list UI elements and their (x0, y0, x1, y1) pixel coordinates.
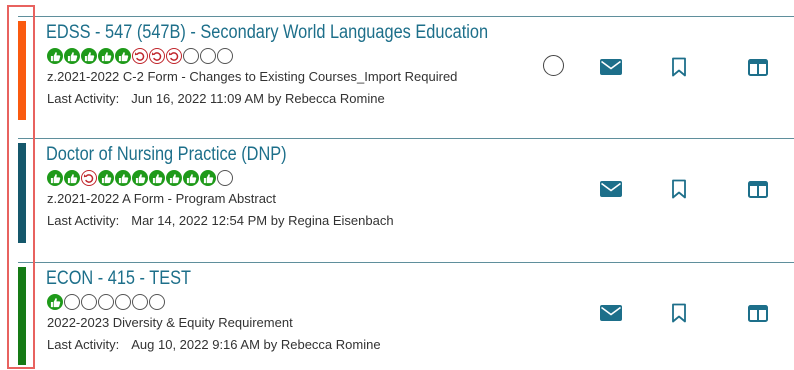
thumbs-up-icon (166, 170, 182, 186)
empty-circle-icon (183, 48, 199, 64)
empty-circle-icon (132, 294, 148, 310)
last-activity: Last Activity: Mar 14, 2022 12:54 PM by R… (47, 213, 394, 228)
proposal-card: Doctor of Nursing Practice (DNP) z.2021-… (18, 138, 794, 243)
thumbs-up-icon (98, 48, 114, 64)
last-activity: Last Activity: Jun 16, 2022 11:09 AM by R… (47, 91, 385, 106)
last-activity-label: Last Activity: (47, 91, 120, 106)
thumbs-up-icon (47, 48, 63, 64)
undo-arrow-icon (81, 170, 97, 186)
empty-circle-icon (200, 48, 216, 64)
proposal-title-link[interactable]: ECON - 415 - TEST (46, 268, 191, 290)
undo-arrow-icon (132, 48, 148, 64)
form-name: z.2021-2022 C-2 Form - Changes to Existi… (47, 69, 458, 84)
select-radio[interactable] (543, 55, 564, 76)
bookmark-icon[interactable] (666, 55, 692, 79)
workflow-steps (47, 48, 233, 64)
envelope-icon[interactable] (598, 301, 624, 325)
status-stripe (18, 143, 26, 243)
last-activity-label: Last Activity: (47, 213, 120, 228)
thumbs-up-icon (47, 294, 63, 310)
empty-circle-icon (217, 170, 233, 186)
status-stripe (18, 21, 26, 120)
empty-circle-icon (115, 294, 131, 310)
thumbs-up-icon (98, 170, 114, 186)
proposal-card: EDSS - 547 (547B) - Secondary World Lang… (18, 16, 794, 120)
last-activity-value: Mar 14, 2022 12:54 PM by Regina Eisenbac… (131, 213, 394, 228)
thumbs-up-icon (115, 170, 131, 186)
proposal-title-link[interactable]: Doctor of Nursing Practice (DNP) (46, 144, 287, 166)
thumbs-up-icon (149, 170, 165, 186)
status-stripe (18, 267, 26, 365)
empty-circle-icon (149, 294, 165, 310)
thumbs-up-icon (115, 48, 131, 64)
thumbs-up-icon (64, 48, 80, 64)
thumbs-up-icon (64, 170, 80, 186)
last-activity: Last Activity: Aug 10, 2022 9:16 AM by Re… (47, 337, 381, 352)
thumbs-up-icon (132, 170, 148, 186)
columns-panel-icon[interactable] (745, 177, 771, 201)
undo-arrow-icon (149, 48, 165, 64)
thumbs-up-icon (81, 48, 97, 64)
bookmark-icon[interactable] (666, 301, 692, 325)
thumbs-up-icon (200, 170, 216, 186)
last-activity-label: Last Activity: (47, 337, 120, 352)
form-name: z.2021-2022 A Form - Program Abstract (47, 191, 277, 206)
empty-circle-icon (64, 294, 80, 310)
thumbs-up-icon (47, 170, 63, 186)
last-activity-value: Jun 16, 2022 11:09 AM by Rebecca Romine (131, 91, 385, 106)
undo-arrow-icon (166, 48, 182, 64)
proposal-card: ECON - 415 - TEST 2022-2023 Diversity & … (18, 262, 794, 365)
last-activity-value: Aug 10, 2022 9:16 AM by Rebecca Romine (131, 337, 381, 352)
workflow-steps (47, 294, 165, 310)
columns-panel-icon[interactable] (745, 301, 771, 325)
envelope-icon[interactable] (598, 55, 624, 79)
envelope-icon[interactable] (598, 177, 624, 201)
proposal-title-link[interactable]: EDSS - 547 (547B) - Secondary World Lang… (46, 22, 488, 44)
empty-circle-icon (217, 48, 233, 64)
columns-panel-icon[interactable] (745, 55, 771, 79)
form-name: 2022-2023 Diversity & Equity Requirement (47, 315, 293, 330)
bookmark-icon[interactable] (666, 177, 692, 201)
empty-circle-icon (98, 294, 114, 310)
thumbs-up-icon (183, 170, 199, 186)
workflow-steps (47, 170, 233, 186)
empty-circle-icon (81, 294, 97, 310)
